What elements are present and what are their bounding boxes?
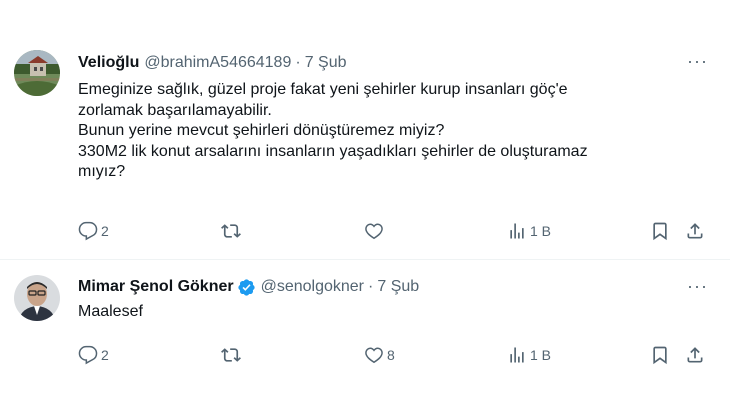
bookmark-icon — [653, 346, 667, 365]
repost-icon — [221, 348, 241, 362]
avatar[interactable] — [14, 50, 60, 96]
tweet-header: Velioğlu @brahimA54664189 · 7 Şub — [78, 53, 347, 73]
tweet-1[interactable]: Velioğlu @brahimA54664189 · 7 Şub ··· Em… — [0, 0, 730, 260]
tweet-actions: 2 8 1 B — [78, 345, 710, 369]
avatar-image — [14, 275, 60, 321]
tweet-text-line: Emeginize sağlık, güzel proje fakat yeni… — [78, 81, 568, 98]
tweet-text-line: 330M2 lik konut arsalarını insanların ya… — [78, 142, 588, 160]
views-count: 1 B — [530, 223, 552, 239]
tweet-header: Mimar Şenol Gökner @senolgokner · 7 Şub — [78, 277, 419, 297]
repost-button[interactable] — [221, 345, 244, 365]
more-options-button[interactable]: ··· — [687, 52, 708, 70]
separator-dot: · — [368, 278, 374, 295]
repost-button[interactable] — [221, 221, 244, 241]
tweet-actions: 2 1 B — [78, 221, 710, 245]
separator-dot: · — [295, 54, 301, 71]
reply-button[interactable]: 2 — [78, 221, 109, 241]
more-horizontal-icon: ··· — [687, 51, 708, 71]
views-count: 1 B — [530, 347, 552, 363]
like-button[interactable] — [364, 221, 387, 241]
like-button[interactable]: 8 — [364, 345, 395, 365]
author-name[interactable]: Velioğlu — [78, 53, 139, 73]
views-chart-icon — [510, 347, 524, 363]
tweet-date[interactable]: 7 Şub — [305, 53, 347, 73]
share-icon — [687, 347, 703, 363]
repost-icon — [221, 224, 241, 238]
tweet-text-line: zorlamak başarılamayabilir. — [78, 101, 272, 119]
share-button[interactable] — [685, 221, 705, 241]
more-horizontal-icon: ··· — [687, 276, 708, 296]
reply-count: 2 — [101, 347, 109, 363]
share-button[interactable] — [685, 345, 705, 365]
views-button[interactable]: 1 B — [507, 221, 551, 241]
like-count: 8 — [387, 347, 395, 363]
tweet-date[interactable]: 7 Şub — [377, 277, 419, 297]
reply-button[interactable]: 2 — [78, 345, 109, 365]
views-chart-icon — [510, 223, 524, 239]
author-name[interactable]: Mimar Şenol Gökner — [78, 277, 234, 297]
reply-icon — [78, 221, 98, 241]
heart-icon — [365, 223, 383, 240]
bookmark-icon — [653, 222, 667, 241]
avatar-image — [14, 50, 60, 96]
tweet-text-line: Bunun yerine mevcut şehirleri dönüştürem… — [78, 122, 445, 139]
share-icon — [687, 223, 703, 239]
tweet-text-line: mıyız? — [78, 163, 126, 180]
tweet-2[interactable]: Mimar Şenol Gökner @senolgokner · 7 Şub … — [0, 260, 730, 420]
heart-icon — [365, 347, 383, 364]
reply-icon — [78, 345, 98, 365]
avatar[interactable] — [14, 275, 60, 321]
author-handle[interactable]: @brahimA54664189 — [144, 53, 291, 73]
verified-badge-icon[interactable] — [237, 278, 256, 297]
tweet-text: Emeginize sağlık, güzel proje fakat yeni… — [78, 80, 698, 183]
bookmark-button[interactable] — [650, 345, 670, 365]
tweet-text: Maalesef — [78, 302, 698, 323]
views-button[interactable]: 1 B — [507, 345, 551, 365]
bookmark-button[interactable] — [650, 221, 670, 241]
tweet-text-line: Maalesef — [78, 303, 143, 320]
reply-count: 2 — [101, 223, 109, 239]
author-handle[interactable]: @senolgokner — [261, 277, 364, 297]
more-options-button[interactable]: ··· — [687, 277, 708, 295]
